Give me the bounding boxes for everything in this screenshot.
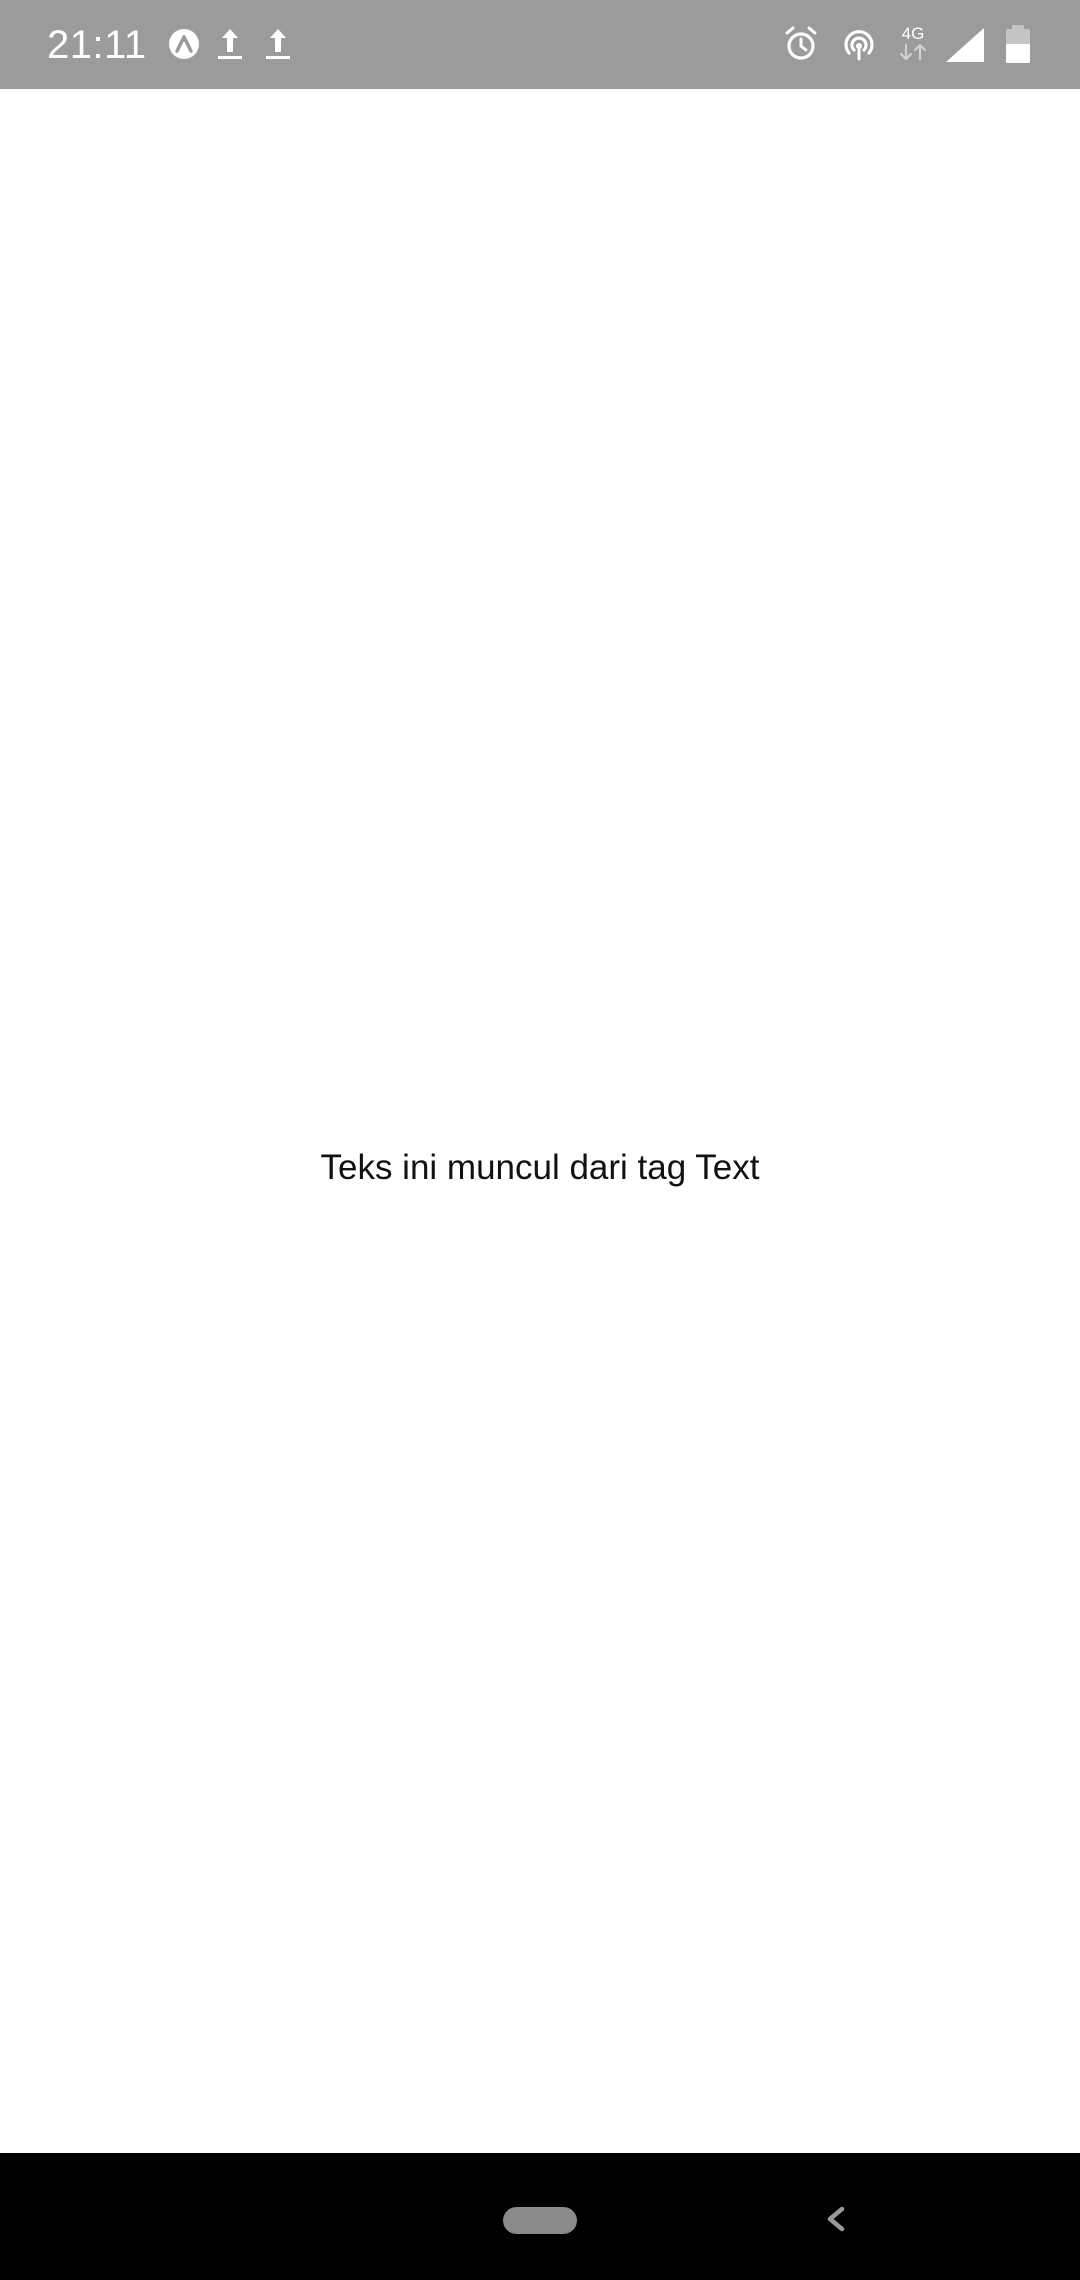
status-time: 21:11 bbox=[47, 23, 147, 67]
main-content: Teks ini muncul dari tag Text bbox=[0, 89, 1080, 2153]
back-button[interactable] bbox=[816, 2189, 856, 2249]
status-bar: 21:11 4G bbox=[0, 0, 1080, 89]
hotspot-icon bbox=[844, 30, 874, 61]
app-notification-icon bbox=[169, 29, 199, 59]
battery-icon bbox=[1006, 25, 1030, 63]
network-type-label: 4G bbox=[902, 24, 925, 43]
back-icon bbox=[827, 2206, 845, 2232]
navigation-bar bbox=[0, 2153, 1080, 2280]
alarm-icon bbox=[785, 26, 817, 60]
upload-icon bbox=[218, 29, 242, 59]
home-button[interactable] bbox=[503, 2207, 577, 2234]
upload-icon bbox=[266, 29, 290, 59]
mobile-data-icon: 4G bbox=[899, 24, 927, 61]
main-text: Teks ini muncul dari tag Text bbox=[320, 1148, 760, 1187]
cellular-signal-icon bbox=[946, 28, 984, 62]
